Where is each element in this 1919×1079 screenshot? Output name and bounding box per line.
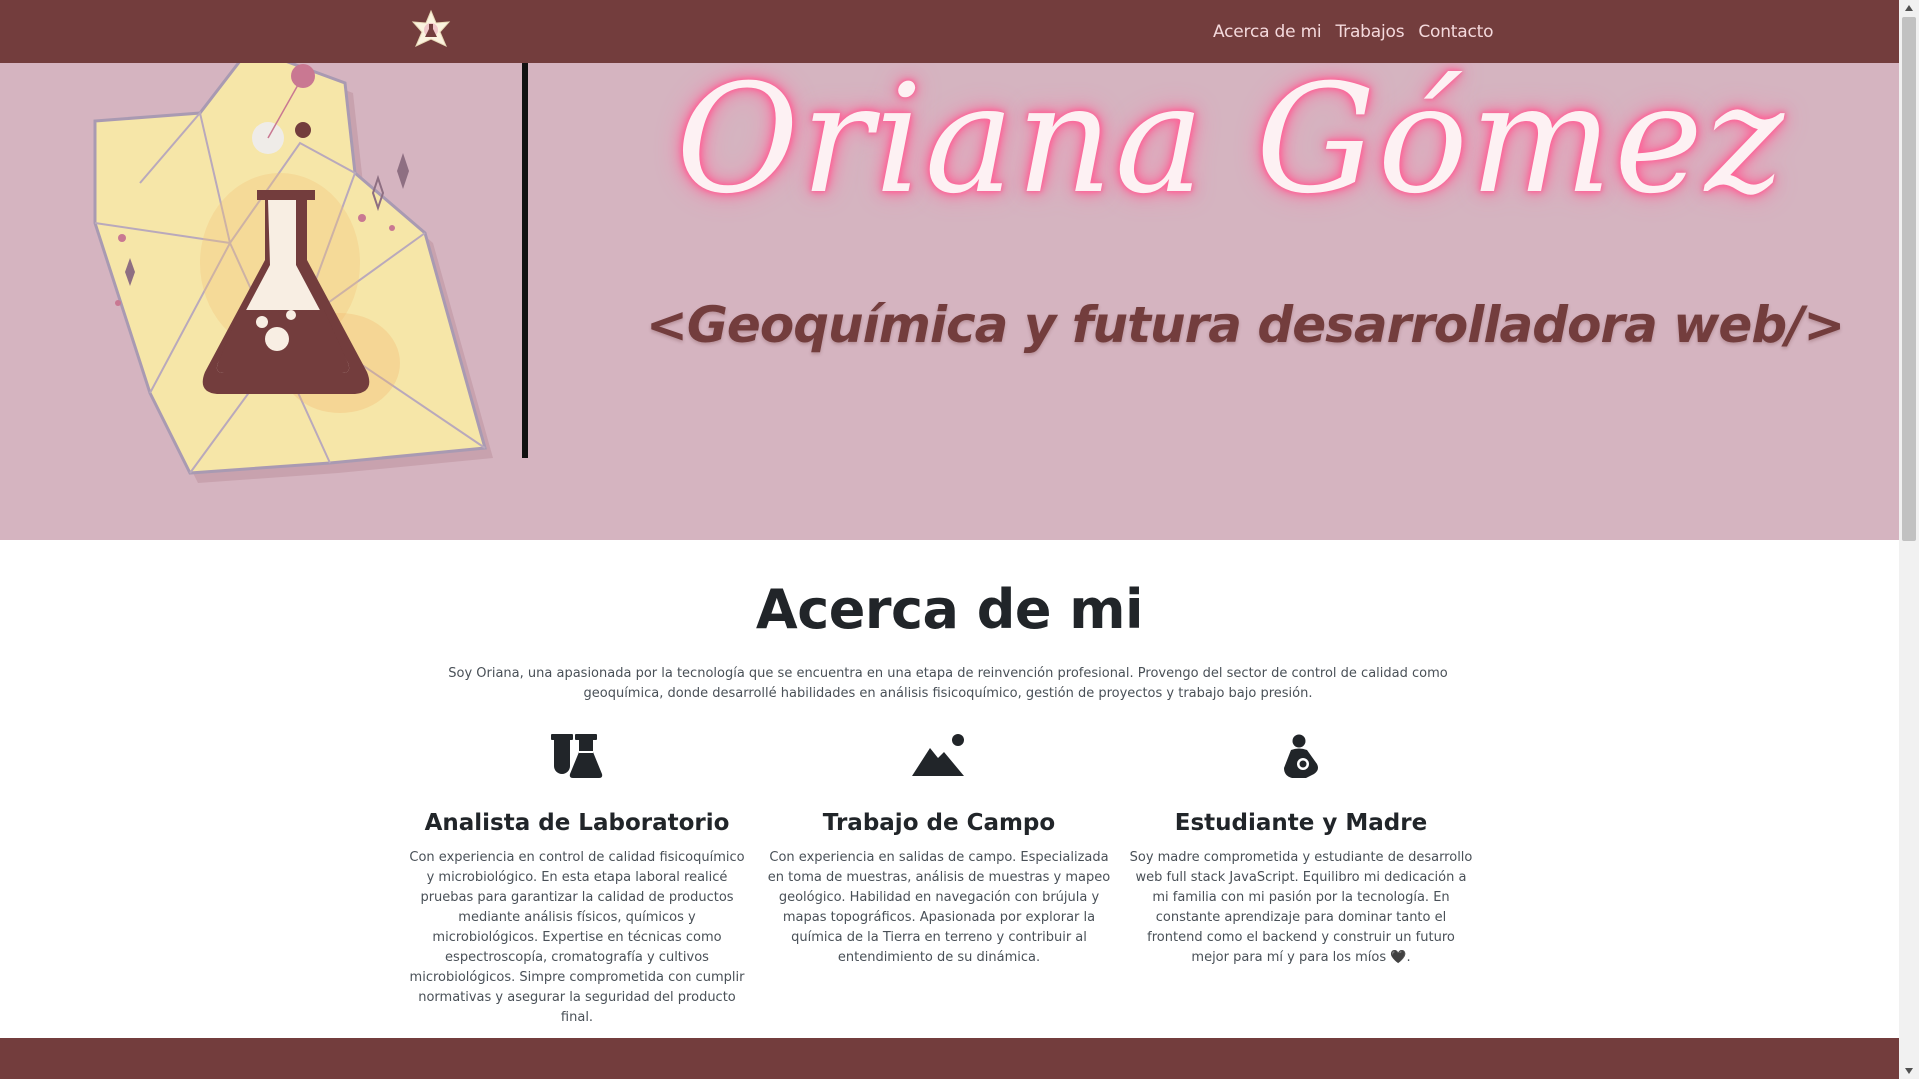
- hero-banner: Oriana Gómez <Geoquímica y futura desarr…: [0, 63, 1899, 540]
- nav-links: Acerca de mi Trabajos Contacto: [1213, 0, 1494, 63]
- nav-link-acerca[interactable]: Acerca de mi: [1213, 22, 1322, 42]
- card-text: Con experiencia en control de calidad fi…: [409, 850, 745, 1025]
- mountain-sun-icon: [766, 728, 1112, 784]
- person-breastfeeding-icon: [1128, 728, 1474, 784]
- nav-link-trabajos[interactable]: Trabajos: [1335, 22, 1404, 42]
- card-campo: Trabajo de Campo Con experiencia en sali…: [766, 728, 1112, 968]
- scroll-up-arrow-icon[interactable]: [1899, 0, 1919, 16]
- nav-link-contacto[interactable]: Contacto: [1418, 22, 1493, 42]
- flower-star-logo-icon[interactable]: [408, 8, 454, 54]
- footer-strip: [0, 1038, 1899, 1079]
- hero-subtitle: <Geoquímica y futura desarrolladora web/…: [646, 296, 1845, 354]
- about-title: Acerca de mi: [755, 578, 1144, 641]
- flask-vial-icon: [404, 728, 750, 784]
- scroll-down-arrow-icon[interactable]: [1899, 1063, 1919, 1079]
- scroll-thumb[interactable]: [1902, 17, 1916, 541]
- navbar: Acerca de mi Trabajos Contacto: [0, 0, 1899, 63]
- card-title: Trabajo de Campo: [822, 810, 1056, 836]
- card-text: Soy madre comprometida y estudiante de d…: [1129, 850, 1473, 965]
- card-estudiante: Estudiante y Madre Soy madre comprometid…: [1128, 728, 1474, 968]
- card-title: Analista de Laboratorio: [424, 810, 730, 836]
- hero-name: Oriana Gómez: [676, 63, 1786, 227]
- card-analista: Analista de Laboratorio Con experiencia …: [404, 728, 750, 1028]
- card-title: Estudiante y Madre: [1174, 810, 1428, 836]
- card-text: Con experiencia en salidas de campo. Esp…: [767, 850, 1111, 965]
- about-intro: Soy Oriana, una apasionada por la tecnol…: [448, 666, 1448, 701]
- vertical-scrollbar[interactable]: [1899, 0, 1919, 1079]
- page: Acerca de mi Trabajos Contacto Oriana Gó…: [0, 0, 1899, 1079]
